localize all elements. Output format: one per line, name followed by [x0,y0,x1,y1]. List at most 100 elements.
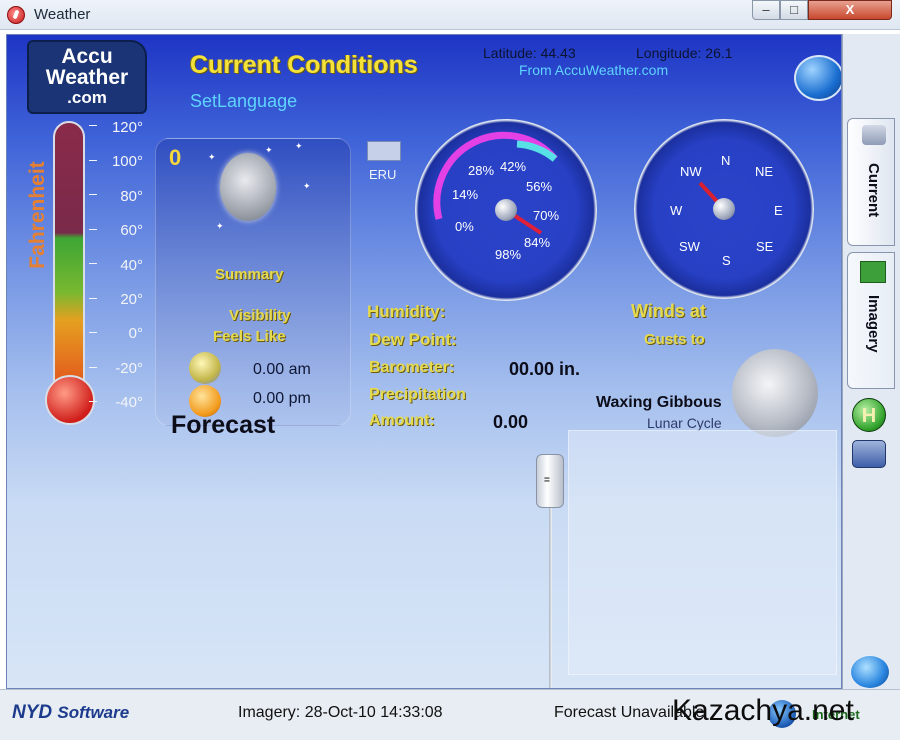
fahrenheit-label: Fahrenheit [26,161,49,269]
compass-label: S [722,253,731,268]
sunrise-icon [189,352,221,384]
eru-icon[interactable] [367,141,401,161]
feels-like-label: Feels Like [213,328,286,345]
gusts-label: Gusts to [644,331,705,348]
tab-current[interactable]: Current [847,118,895,246]
summary-label: Summary [215,266,284,283]
compass-label: E [774,203,783,218]
star-icon: ✦ [295,141,303,151]
imagery-area[interactable] [568,430,837,675]
humidity-gauge-hub [495,199,517,221]
nyd-logo-text: NYD [12,702,53,723]
tick [89,332,97,333]
precipitation-label: Precipitation [369,386,466,403]
lunar-cycle-label: Lunar Cycle [647,415,722,431]
moon-phase-icon [732,349,818,437]
latitude-readout: Latitude: 44.43 [483,45,576,61]
app-icon [7,6,25,24]
maximize-button[interactable]: □ [780,0,808,20]
current-tab-icon [862,125,886,145]
thermometer [45,121,95,441]
logo-line-3: .com [67,88,107,107]
scale-label: 60° [120,222,143,239]
scale-label: 0° [128,325,143,342]
watermark: Kazachya.net [672,694,854,727]
humidity-label: Humidity: [367,302,446,321]
gauge-label: 84% [524,235,551,250]
visibility-label: Visibility [229,307,291,324]
star-icon: ✦ [208,152,216,162]
eru-label: ERU [369,167,397,182]
tab-imagery-label: Imagery [865,295,882,353]
humidity-gauge: 28% 42% 14% 56% 0% 70% 98% 84% [415,119,597,301]
tick [89,160,97,161]
scale-label: -20° [115,360,143,377]
tick [89,125,97,126]
printer-icon[interactable] [852,440,886,468]
close-button[interactable]: X [808,0,892,20]
rain-gauge-mark: = [544,475,550,486]
scale-label: 120° [111,119,143,136]
nyd-software-logo[interactable]: NYD Software [12,702,129,724]
tick [89,401,97,402]
scale-label: 80° [120,188,143,205]
logo-line-2: Weather [45,66,129,89]
accuweather-link[interactable]: From AccuWeather.com [519,62,668,78]
window-title: Weather [34,6,91,23]
gauge-label: 70% [533,208,560,223]
globe-icon[interactable] [794,55,841,101]
compass-label: W [670,203,683,218]
tick [89,229,97,230]
title-bar: Weather – □ X [0,0,900,30]
tab-imagery[interactable]: Imagery [847,252,895,389]
longitude-readout: Longitude: 26.1 [636,45,733,61]
compass-label: NW [680,164,702,179]
minimize-button[interactable]: – [752,0,780,20]
sunrise-time: 0.00 am [253,361,311,378]
scale-label: 40° [120,257,143,274]
tick [89,263,97,264]
accuweather-logo[interactable]: Accu Weather .com [29,42,145,112]
gauge-label: 28% [468,163,495,178]
thermometer-tube [53,121,85,399]
wind-gauge-hub [713,198,735,220]
main-panel: Accu Weather .com Current Conditions Set… [6,34,842,689]
star-icon: ✦ [216,221,224,231]
gauge-label: 42% [500,159,527,174]
star-icon: ✦ [265,145,273,155]
tick [89,194,97,195]
amount-value: 0.00 [493,412,529,432]
logo-line-1: Accu [61,45,113,68]
scale-label: 20° [120,291,143,308]
sunset-time: 0.00 pm [253,390,311,407]
winds-label: Winds at [631,301,706,321]
dew-point-label: Dew Point: [369,330,457,349]
rain-gauge-pole [549,508,552,688]
h-button[interactable]: H [852,398,886,432]
gauge-label: 0% [455,219,474,234]
compass-label: N [721,153,731,168]
condition-moon-icon [220,153,276,221]
scale-label: 100° [111,153,143,170]
forecast-label[interactable]: Forecast [171,411,275,440]
current-temperature: 0 [169,145,182,170]
barometer-value: 00.00 in. [509,359,581,379]
set-language-link[interactable]: SetLanguage [190,91,297,112]
globe-small-icon[interactable] [850,655,890,689]
thermometer-bulb [45,375,95,425]
gauge-label: 14% [452,187,479,202]
tick [89,298,97,299]
gauge-label: 56% [526,179,553,194]
compass-label: SW [679,239,700,254]
tick [89,367,97,368]
gauge-label: 98% [495,247,522,262]
compass-label: SE [756,239,774,254]
status-bar: NYD Software Imagery: 28-Oct-10 14:33:08… [0,689,900,740]
tab-current-label: Current [865,163,882,218]
wind-gauge: NW N NE W E SW S SE [634,119,814,299]
amount-label: Amount: [369,412,435,429]
compass-label: NE [755,164,774,179]
page-title: Current Conditions [190,51,418,79]
barometer-label: Barometer: [369,359,455,376]
imagery-status: Imagery: 28-Oct-10 14:33:08 [238,704,443,721]
